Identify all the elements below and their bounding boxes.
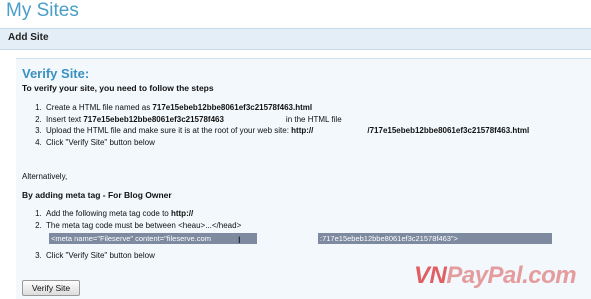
verification-code: 717e15ebeb12bbe8061ef3c21578f463: [83, 114, 224, 124]
step-text: Click "Verify Site" button below: [46, 251, 155, 260]
step-text: Click "Verify Site" button below: [46, 137, 155, 147]
step-text: in the HTML file: [285, 114, 342, 124]
section-title: Add Site: [8, 32, 49, 43]
list-item: Add the following meta tag code to http:…: [44, 208, 241, 220]
page-title: My Sites: [6, 0, 79, 21]
html-file-steps: Create a HTML file named as 717e15ebeb12…: [22, 102, 529, 148]
section-header: Add Site: [0, 28, 591, 50]
site-url: http://: [291, 126, 314, 135]
step-text: Insert text: [46, 114, 84, 124]
final-steps: Click "Verify Site" button below: [22, 250, 155, 262]
step-text: Upload the HTML file and make sure it is…: [46, 126, 292, 135]
file-path: /717e15ebeb12bbe8061ef3c21578f463.html: [367, 126, 530, 135]
verify-intro: To verify your site, you need to follow …: [22, 83, 214, 93]
list-item: Click "Verify Site" button below: [44, 137, 529, 149]
list-item: Create a HTML file named as 717e15ebeb12…: [44, 102, 529, 114]
alternatively-text: Alternatively,: [22, 172, 68, 181]
list-item: Click "Verify Site" button below: [44, 250, 155, 262]
step-text: Create a HTML file named as: [46, 103, 153, 112]
file-name: 717e15ebeb12bbe8061ef3c21578f463.html: [152, 103, 313, 112]
meta-tag-steps: Add the following meta tag code to http:…: [22, 208, 241, 231]
step-text: Add the following meta tag code to: [46, 209, 171, 218]
list-item: Insert text 717e15ebeb12bbe8061ef3c21578…: [44, 114, 529, 126]
watermark-part2: PayPal.com: [446, 262, 577, 289]
list-item: Upload the HTML file and make sure it is…: [44, 125, 529, 137]
meta-tag-heading: By adding meta tag - For Blog Owner: [22, 190, 172, 200]
verify-title: Verify Site:: [22, 66, 90, 81]
meta-code-part2[interactable]: :717e15ebeb12bbe8061ef3c21578f463">: [318, 233, 552, 244]
watermark-logo: VNPayPal.com: [414, 262, 577, 290]
site-url: http://: [170, 209, 194, 218]
list-item: The meta tag code must be between <heau>…: [44, 220, 241, 232]
meta-code-part1[interactable]: <meta name="Fileserve" content="fileserv…: [49, 233, 257, 244]
watermark-part1: VN: [414, 262, 447, 289]
step-text: The meta tag code must be between <heau>…: [46, 220, 242, 230]
text-cursor-icon: I: [238, 235, 241, 245]
verify-site-button[interactable]: Verify Site: [22, 280, 80, 296]
